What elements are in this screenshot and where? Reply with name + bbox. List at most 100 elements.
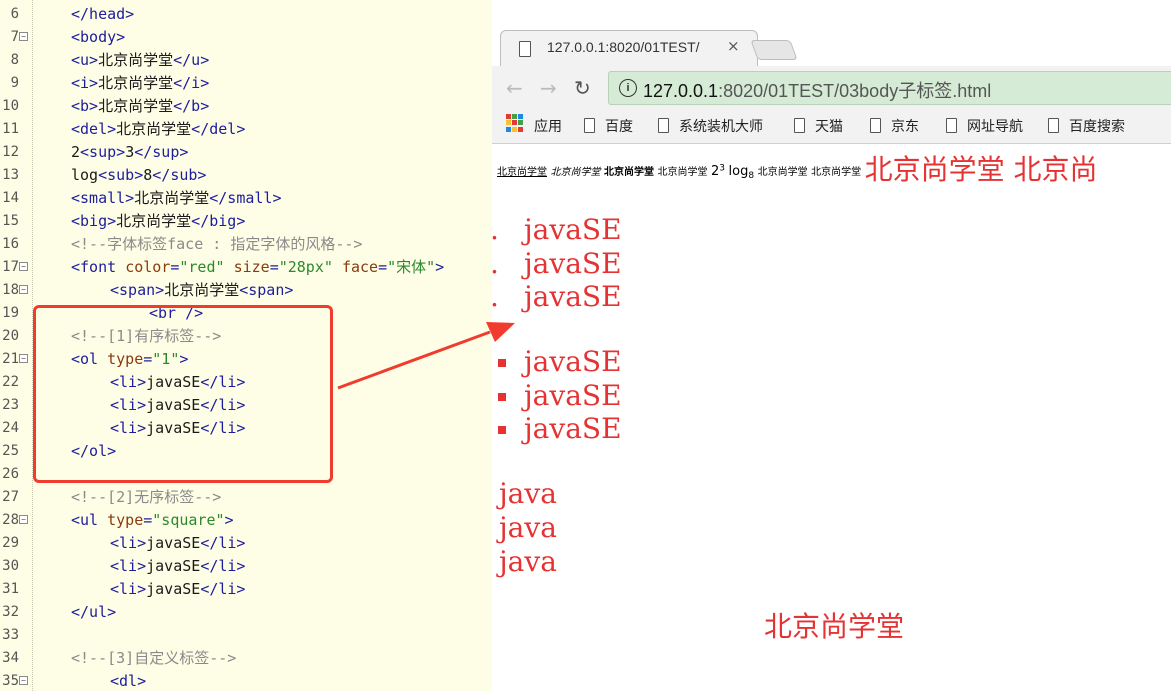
line-number: 14 [2,190,19,206]
bookmark-system-installer[interactable]: 系统装机大师 [658,116,763,136]
code-text[interactable]: <b>北京尚学堂</b> [71,95,209,118]
apps-grid-dot [518,114,523,119]
info-icon[interactable]: i [619,79,637,97]
code-line[interactable]: 29 <li>javaSE</li> [0,532,492,555]
code-line[interactable]: 14 <small>北京尚学堂</small> [0,187,492,210]
apps-grid-icon[interactable] [506,114,524,132]
line-number: 34 [2,650,19,666]
code-line[interactable]: 28− <ul type="square"> [0,509,492,532]
bookmark-nav-site[interactable]: 网址导航 [946,116,1023,136]
code-line[interactable]: 18− <span>北京尚学堂<span> [0,279,492,302]
list-item-text: javaSE [524,280,622,313]
code-text[interactable]: 2<sup>3</sup> [71,141,188,164]
code-text[interactable]: log<sub>8</sub> [71,164,206,187]
line-number: 32 [2,604,19,620]
bookmark-label: 天猫 [815,119,843,135]
code-text[interactable]: <li>javaSE</li> [110,532,245,555]
code-line[interactable]: 9 <i>北京尚学堂</i> [0,72,492,95]
forward-arrow-icon[interactable]: → [540,76,557,100]
code-token: "red" [179,258,225,276]
bookmark-baidu[interactable]: 百度 [584,116,633,136]
new-tab-button[interactable] [750,40,798,60]
fold-toggle-icon[interactable]: − [19,262,28,271]
code-line[interactable]: 32 </ul> [0,601,492,624]
code-line[interactable]: 35− <dl> [0,670,492,691]
code-text[interactable]: </ul> [71,601,116,624]
code-text[interactable]: <u>北京尚学堂</u> [71,49,209,72]
code-text[interactable]: <body> [71,26,125,49]
code-text[interactable]: <li>javaSE</li> [110,555,245,578]
tab-strip: 127.0.0.1:8020/01TEST/ × [492,0,1171,67]
code-line[interactable]: 11 <del>北京尚学堂</del> [0,118,492,141]
apps-grid-dot [512,120,517,126]
code-line[interactable]: 27 <!--[2]无序标签--> [0,486,492,509]
code-editor[interactable]: 6 </head> 7− <body> 8 <u>北京尚学堂</u> 9 <i>北京尚学堂</… [0,0,492,691]
code-token: </li> [200,580,246,598]
code-line[interactable]: 34 <!--[3]自定义标签--> [0,647,492,670]
browser-chrome: 127.0.0.1:8020/01TEST/ × ← → ↻ i 127.0.0… [492,0,1171,144]
code-text[interactable]: <del>北京尚学堂</del> [71,118,245,141]
apps-grid-dot [512,126,517,132]
code-line[interactable]: 7− <body> [0,26,492,49]
code-text[interactable]: <font color="red" size="28px" face="宋体"> [71,256,444,279]
code-line[interactable]: 15 <big>北京尚学堂</big> [0,210,492,233]
code-token: <!--[3]自定义标签--> [71,649,237,667]
fold-toggle-icon[interactable]: − [19,285,28,294]
definition-term: java [499,511,557,544]
bookmark-tmall[interactable]: 天猫 [794,116,843,136]
code-text[interactable]: <li>javaSE</li> [110,578,245,601]
browser-tab[interactable]: 127.0.0.1:8020/01TEST/ × [500,30,758,67]
close-tab-icon[interactable]: × [727,37,740,55]
back-arrow-icon[interactable]: ← [506,76,523,100]
line-number: 12 [2,144,19,160]
line-number: 23 [2,397,19,413]
url-text[interactable]: 127.0.0.1:8020/01TEST/03body子标签.html [643,77,991,103]
code-line[interactable]: 17− <font color="red" size="28px" face="宋… [0,256,492,279]
line-number: 13 [2,167,19,183]
page-icon [584,118,595,133]
code-text[interactable]: <i>北京尚学堂</i> [71,72,209,95]
bookmark-apps[interactable]: 应用 [534,116,562,136]
fold-toggle-icon[interactable]: − [19,354,28,363]
code-line[interactable]: 6 </head> [0,3,492,26]
code-line[interactable]: 13 log<sub>8</sub> [0,164,492,187]
code-line[interactable]: 10 <b>北京尚学堂</b> [0,95,492,118]
bookmark-baidu-search[interactable]: 百度搜索 [1048,116,1125,136]
code-line[interactable]: 12 2<sup>3</sup> [0,141,492,164]
code-token: <body> [71,28,126,46]
list-item-text: javaSE [524,213,622,246]
apps-grid-dot [506,120,511,126]
line-number: 28 [2,512,19,528]
code-token: "宋体" [387,258,436,276]
fold-toggle-icon[interactable]: − [19,515,28,524]
code-line[interactable]: 16 <!--字体标签face : 指定字体的风格--> [0,233,492,256]
square-bullet-icon [498,392,506,401]
code-text[interactable]: <ul type="square"> [71,509,234,532]
bookmark-label: 系统装机大师 [679,119,763,135]
italic-text: 北京尚学堂 [550,167,601,178]
line-number: 8 [10,52,19,68]
definition-description: 北京尚学堂 [764,610,905,643]
list-item-text: javaSE [524,412,622,445]
code-text[interactable]: <span>北京尚学堂<span> [110,279,293,302]
code-text[interactable]: </head> [71,3,134,26]
code-text[interactable]: <!--[2]无序标签--> [71,486,221,509]
code-line[interactable]: 33 [0,624,492,647]
code-token: <i> [71,74,99,92]
bookmark-jd[interactable]: 京东 [870,116,919,136]
code-line[interactable]: 30 <li>javaSE</li> [0,555,492,578]
reload-icon[interactable]: ↻ [574,76,591,100]
code-line[interactable]: 31 <li>javaSE</li> [0,578,492,601]
code-text[interactable]: <small>北京尚学堂</small> [71,187,281,210]
code-text[interactable]: <!--字体标签face : 指定字体的风格--> [71,233,362,256]
address-bar[interactable]: i 127.0.0.1:8020/01TEST/03body子标签.html [608,71,1171,105]
code-text[interactable]: <dl> [110,670,146,691]
code-text[interactable]: <!--[3]自定义标签--> [71,647,236,670]
code-text[interactable]: <big>北京尚学堂</big> [71,210,245,233]
fold-toggle-icon[interactable]: − [19,676,28,685]
fold-toggle-icon[interactable]: − [19,32,28,41]
line-number: 7 [10,29,19,45]
code-token: <li> [110,534,147,552]
page-icon [1048,118,1059,133]
code-line[interactable]: 8 <u>北京尚学堂</u> [0,49,492,72]
